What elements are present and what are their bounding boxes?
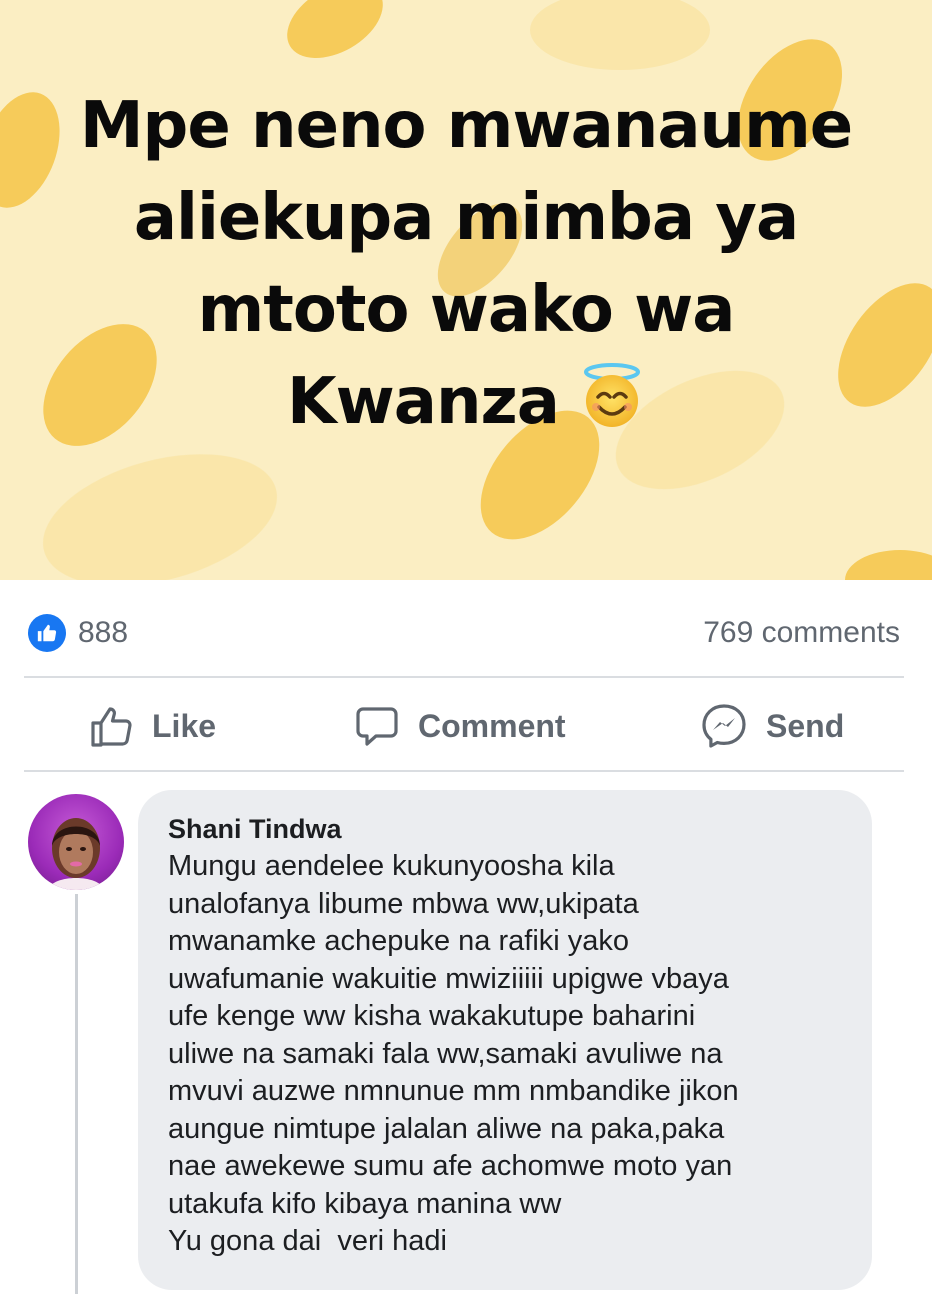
post-text-line: Mpe neno mwanaume (79, 89, 853, 163)
comment: Shani Tindwa Mungu aendelee kukunyoosha … (0, 774, 932, 1294)
post-text: Mpe neno mwanaume aliekupa mimba ya mtot… (0, 80, 932, 448)
send-button[interactable]: Send (700, 700, 844, 752)
avatar-portrait (48, 818, 104, 890)
comment-line: uwafumanie wakuitie mwiziiiii upigwe vba… (168, 962, 729, 995)
comment-line: unalofanya libume mbwa ww,ukipata (168, 887, 639, 920)
divider (24, 770, 904, 772)
post-text-line: aliekupa mimba ya (133, 181, 799, 255)
comment-line: mvuvi auzwe nmnunue mm nmbandike jikon (168, 1075, 739, 1107)
thumbs-up-outline-icon (91, 707, 132, 747)
speech-bubble-icon (356, 707, 398, 746)
like-reaction-icon[interactable] (28, 614, 66, 652)
comment-line: Mungu aendelee kukunyoosha kila (168, 850, 615, 882)
comment-line: ufe kenge ww kisha wakakutupe baharini (168, 1000, 696, 1032)
comments-count-link[interactable]: 769 comments (703, 614, 900, 652)
comment-line: nae awekewe sumu afe achomwe moto yan (168, 1150, 733, 1182)
comment-line: mwanamke achepuke na rafiki yako (168, 925, 630, 957)
like-button-label: Like (152, 707, 217, 744)
comment-author[interactable]: Shani Tindwa (168, 814, 342, 845)
comment-text: Mungu aendelee kukunyoosha kila unalofan… (168, 848, 868, 1261)
post-text-line: mtoto wako wa (197, 273, 736, 347)
post-text-word: Kwanza (287, 365, 560, 439)
post-text-line-last: Kwanza (0, 356, 932, 448)
like-button[interactable]: Like (88, 700, 216, 752)
reactions-row: 888 769 comments (0, 580, 932, 676)
thumbs-up-icon (37, 624, 57, 642)
comment-line: aungue nimtupe jalalan aliwe na paka,pak… (168, 1112, 725, 1145)
action-bar: Like Comment Send (0, 678, 932, 772)
send-button-label: Send (766, 707, 845, 744)
post-background: Mpe neno mwanaume aliekupa mimba ya mtot… (0, 0, 932, 580)
comment-button[interactable]: Comment (354, 700, 566, 752)
smiling-face-with-halo-icon (583, 363, 640, 427)
comment-line: utakufa kifo kibaya manina ww (168, 1187, 562, 1220)
reply-thread-line (75, 894, 78, 1294)
like-count[interactable]: 888 (78, 614, 128, 652)
avatar[interactable] (28, 794, 124, 890)
comment-button-label: Comment (418, 707, 566, 744)
comment-line: uliwe na samaki fala ww,samaki avuliwe n… (168, 1037, 723, 1070)
messenger-icon (702, 704, 746, 748)
comment-line: Yu gona dai veri hadi (168, 1225, 447, 1257)
